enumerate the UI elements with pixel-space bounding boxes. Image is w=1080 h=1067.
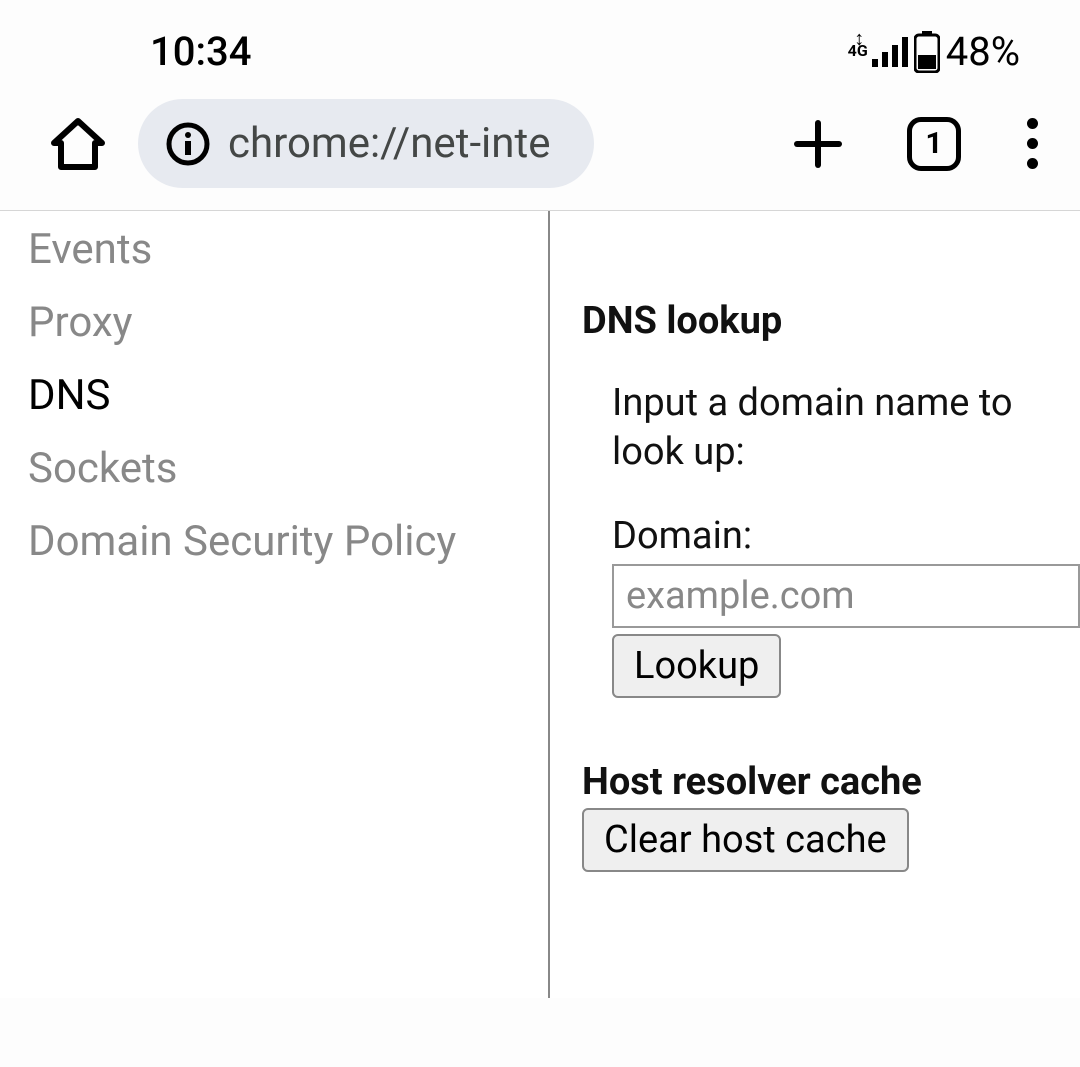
domain-input[interactable] bbox=[612, 564, 1080, 628]
sidebar-item-proxy[interactable]: Proxy bbox=[28, 286, 548, 359]
signal-icon bbox=[872, 37, 908, 67]
main-panel: DNS lookup Input a domain name to look u… bbox=[550, 211, 1080, 998]
home-icon bbox=[50, 117, 106, 171]
network-type-indicator: ↕ 4G bbox=[848, 33, 868, 59]
new-tab-button[interactable] bbox=[785, 111, 851, 177]
domain-field-label: Domain: bbox=[612, 514, 1080, 558]
sidebar-item-domain-security-policy[interactable]: Domain Security Policy bbox=[28, 505, 548, 578]
more-icon bbox=[1027, 118, 1038, 129]
host-resolver-cache-heading: Host resolver cache bbox=[582, 760, 1080, 804]
status-bar: 10:34 ↕ 4G 48% bbox=[0, 0, 1080, 99]
home-button[interactable] bbox=[42, 109, 114, 179]
plus-icon bbox=[793, 119, 843, 169]
clear-host-cache-button[interactable]: Clear host cache bbox=[582, 808, 909, 872]
omnibox[interactable]: chrome://net-inte bbox=[138, 99, 594, 188]
sidebar: Events Proxy DNS Sockets Domain Security… bbox=[0, 211, 550, 998]
network-type-label: 4G bbox=[848, 43, 868, 59]
battery-icon bbox=[914, 31, 940, 73]
more-menu-button[interactable] bbox=[1013, 110, 1052, 177]
dns-lookup-prompt: Input a domain name to look up: bbox=[612, 379, 1080, 478]
lookup-button[interactable]: Lookup bbox=[612, 634, 781, 698]
status-time: 10:34 bbox=[150, 28, 251, 75]
info-icon bbox=[166, 122, 210, 166]
tab-switcher-button[interactable]: 1 bbox=[899, 109, 969, 179]
sidebar-item-events[interactable]: Events bbox=[28, 213, 548, 286]
page-content: Events Proxy DNS Sockets Domain Security… bbox=[0, 211, 1080, 998]
sidebar-item-dns[interactable]: DNS bbox=[28, 359, 548, 432]
sidebar-item-sockets[interactable]: Sockets bbox=[28, 432, 548, 505]
dns-lookup-heading: DNS lookup bbox=[582, 299, 1080, 343]
browser-toolbar: chrome://net-inte 1 bbox=[0, 99, 1080, 210]
tab-count-label: 1 bbox=[907, 117, 961, 171]
dns-lookup-block: Input a domain name to look up: Domain: … bbox=[612, 379, 1080, 698]
status-right: ↕ 4G 48% bbox=[848, 28, 1020, 75]
omnibox-url: chrome://net-inte bbox=[228, 119, 550, 168]
battery-percent: 48% bbox=[946, 28, 1020, 75]
